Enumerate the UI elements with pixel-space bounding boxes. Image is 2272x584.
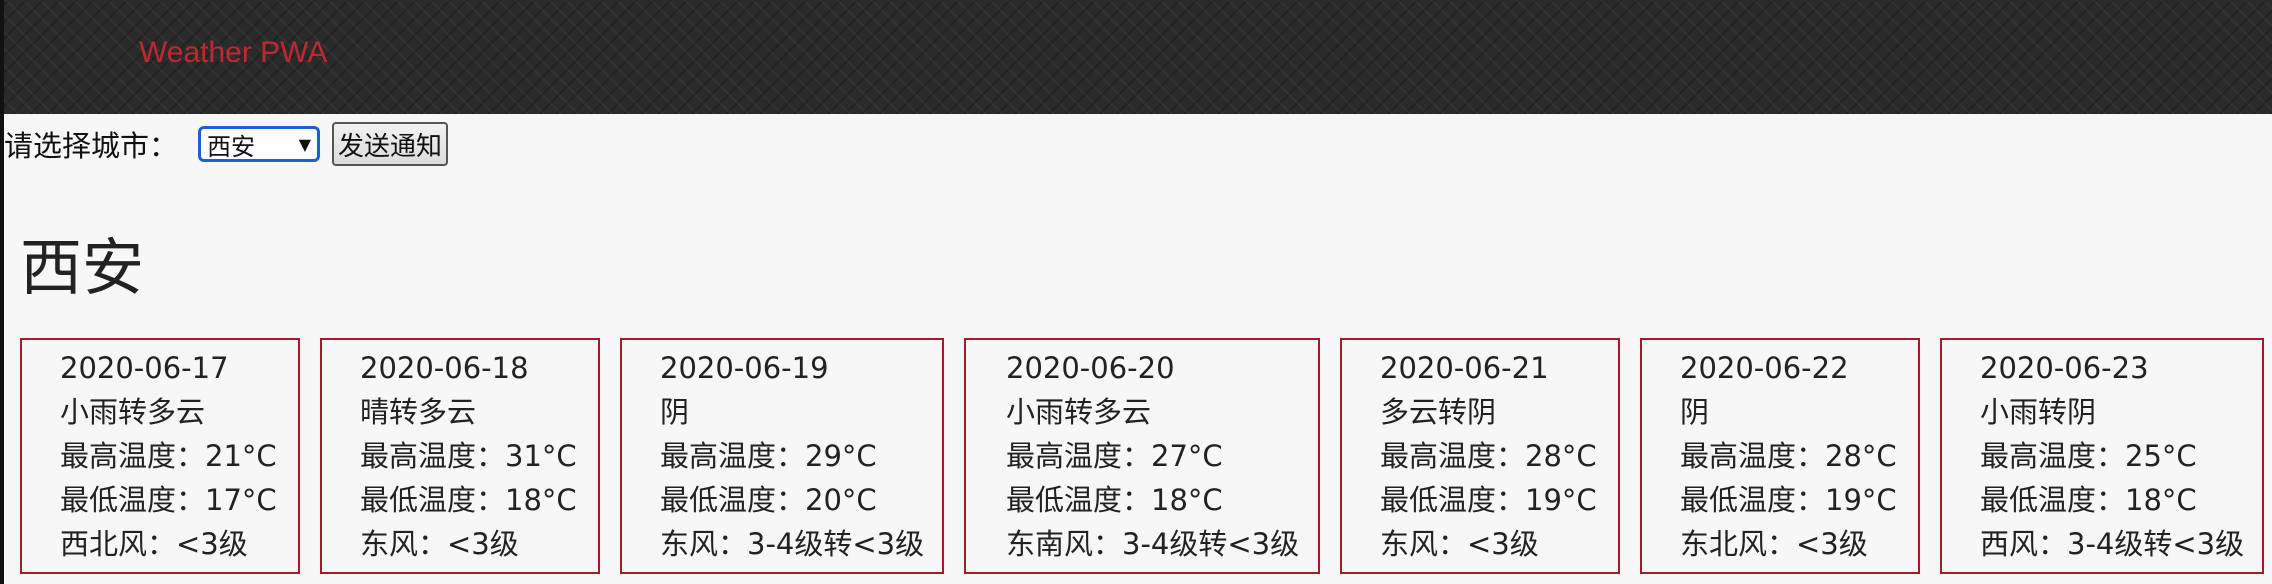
city-heading: 西安 (20, 231, 145, 304)
forecast-low-temp: 最低温度：17°C (60, 483, 277, 517)
forecast-low-temp: 最低温度：20°C (660, 483, 877, 517)
forecast-wind: 西风：3-4级转<3级 (1980, 527, 2245, 561)
chevron-down-icon: ▼ (298, 134, 312, 154)
forecast-wind: 东风：<3级 (1380, 527, 1539, 561)
forecast-card: 2020-06-18 晴转多云 最高温度：31°C 最低温度：18°C 东风：<… (320, 338, 600, 574)
forecast-weather: 阴 (660, 395, 690, 429)
forecast-high-temp: 最高温度：25°C (1980, 439, 2197, 473)
forecast-date: 2020-06-21 (1380, 351, 1549, 385)
forecast-date: 2020-06-17 (60, 351, 229, 385)
forecast-high-temp: 最高温度：29°C (660, 439, 877, 473)
forecast-card: 2020-06-20 小雨转多云 最高温度：27°C 最低温度：18°C 东南风… (964, 338, 1320, 574)
forecast-card: 2020-06-21 多云转阴 最高温度：28°C 最低温度：19°C 东风：<… (1340, 338, 1620, 574)
city-select-value: 西安 (207, 132, 256, 161)
forecast-date: 2020-06-22 (1680, 351, 1849, 385)
forecast-low-temp: 最低温度：18°C (1980, 483, 2197, 517)
forecast-wind: 东风：<3级 (360, 527, 519, 561)
forecast-card: 2020-06-23 小雨转阴 最高温度：25°C 最低温度：18°C 西风：3… (1940, 338, 2264, 574)
forecast-wind: 东北风：<3级 (1680, 527, 1868, 561)
forecast-weather: 晴转多云 (360, 395, 477, 429)
forecast-weather: 多云转阴 (1380, 395, 1497, 429)
app-header: Weather PWA (0, 0, 2272, 114)
forecast-card: 2020-06-22 阴 最高温度：28°C 最低温度：19°C 东北风：<3级 (1640, 338, 1920, 574)
forecast-high-temp: 最高温度：31°C (360, 439, 577, 473)
app-title: Weather PWA (139, 36, 328, 69)
forecast-weather: 小雨转多云 (60, 395, 206, 429)
forecast-high-temp: 最高温度：28°C (1680, 439, 1897, 473)
forecast-weather: 小雨转阴 (1980, 395, 2097, 429)
forecast-high-temp: 最高温度：21°C (60, 439, 277, 473)
forecast-weather: 小雨转多云 (1006, 395, 1152, 429)
city-select-label: 请选择城市： (4, 129, 179, 163)
forecast-date: 2020-06-20 (1006, 351, 1175, 385)
forecast-low-temp: 最低温度：19°C (1380, 483, 1597, 517)
forecast-wind: 东风：3-4级转<3级 (660, 527, 925, 561)
forecast-date: 2020-06-18 (360, 351, 529, 385)
forecast-high-temp: 最高温度：28°C (1380, 439, 1597, 473)
forecast-date: 2020-06-19 (660, 351, 829, 385)
forecast-low-temp: 最低温度：18°C (360, 483, 577, 517)
forecast-low-temp: 最低温度：18°C (1006, 483, 1223, 517)
city-select[interactable]: 西安 ▼ (198, 126, 321, 162)
forecast-high-temp: 最高温度：27°C (1006, 439, 1223, 473)
forecast-card: 2020-06-19 阴 最高温度：29°C 最低温度：20°C 东风：3-4级… (620, 338, 944, 574)
city-controls: 请选择城市： 西安 ▼ 发送通知 (4, 122, 449, 166)
forecast-wind: 西北风：<3级 (60, 527, 248, 561)
forecast-card: 2020-06-17 小雨转多云 最高温度：21°C 最低温度：17°C 西北风… (20, 338, 300, 574)
forecast-wind: 东南风：3-4级转<3级 (1006, 527, 1300, 561)
send-notification-button[interactable]: 发送通知 (332, 122, 449, 166)
forecast-weather: 阴 (1680, 395, 1710, 429)
window-edge (0, 0, 4, 584)
forecast-date: 2020-06-23 (1980, 351, 2149, 385)
forecast-low-temp: 最低温度：19°C (1680, 483, 1897, 517)
